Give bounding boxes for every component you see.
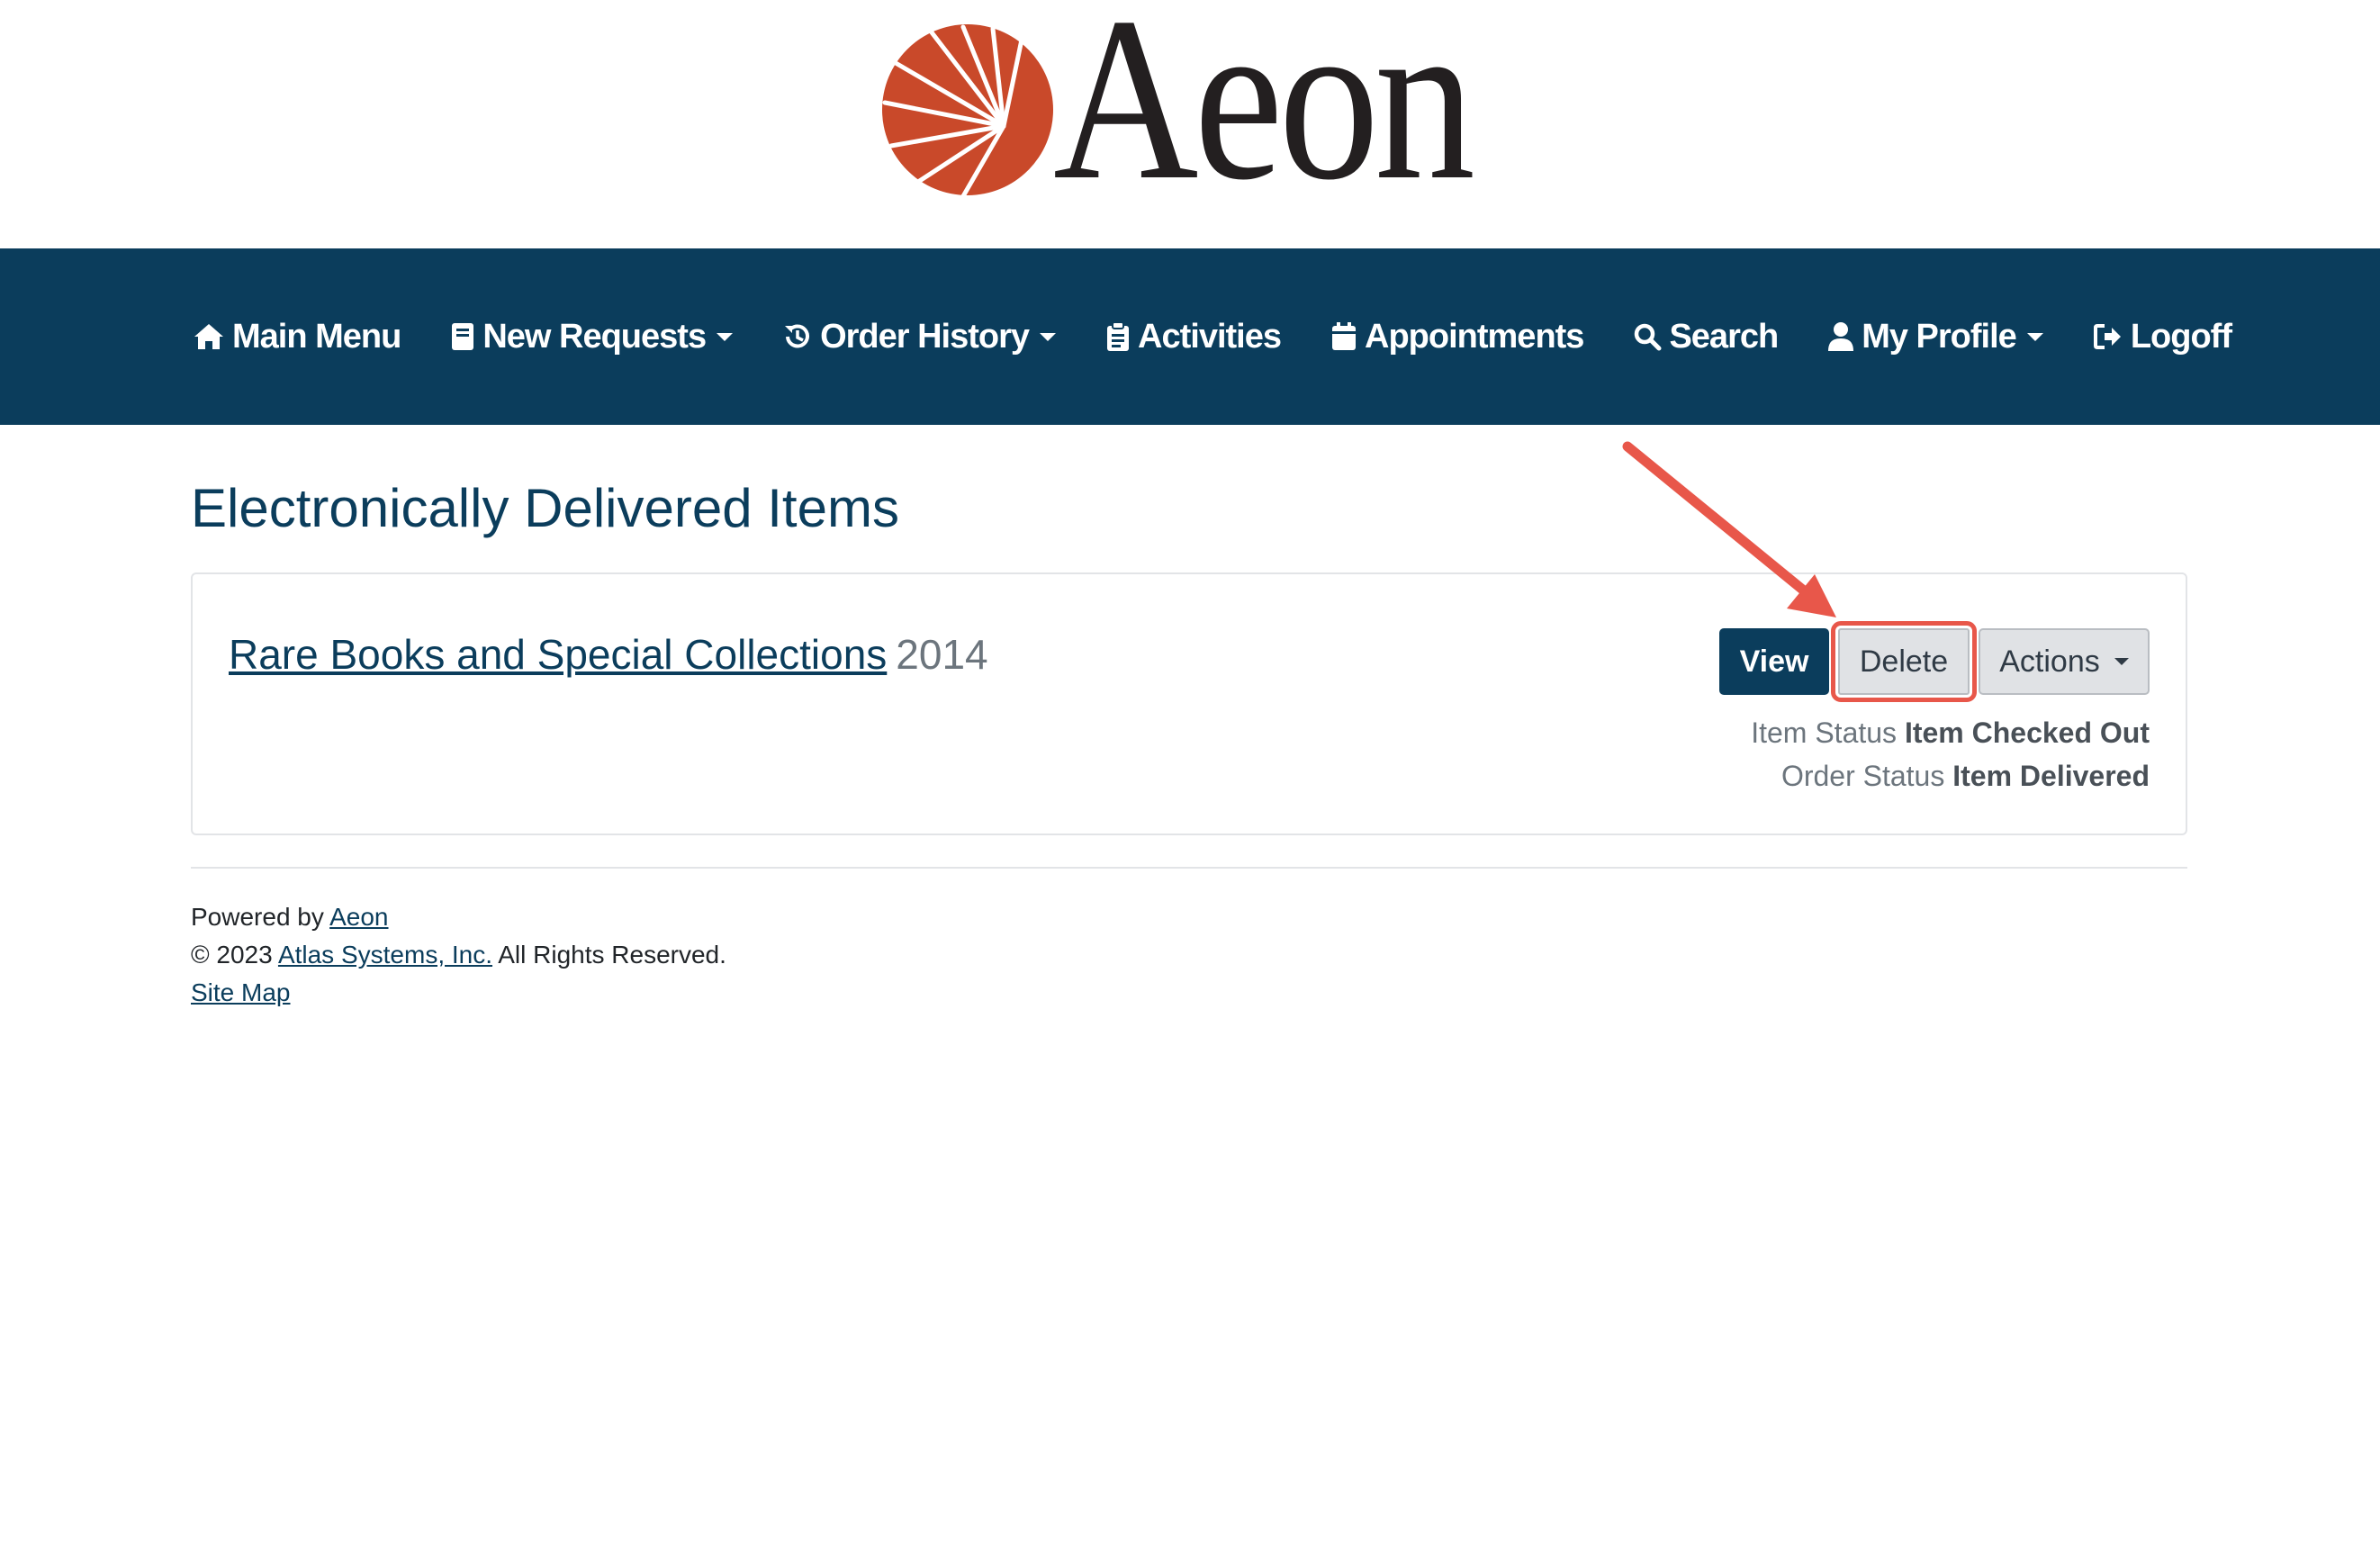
- footer-powered-row: Powered by Aeon: [191, 898, 726, 936]
- nav-new-requests[interactable]: New Requests: [450, 317, 734, 356]
- aeon-wordmark: Aeon: [1053, 0, 1475, 229]
- logout-icon: [2093, 324, 2121, 349]
- nav-my-profile[interactable]: My Profile: [1827, 318, 2043, 356]
- order-status: Order Status Item Delivered: [1781, 760, 2150, 793]
- nav-main-menu-label: Main Menu: [232, 317, 401, 356]
- footer-rights: All Rights Reserved.: [498, 941, 726, 969]
- footer-copyright-row: © 2023 Atlas Systems, Inc. All Rights Re…: [191, 936, 726, 974]
- item-title-row: Rare Books and Special Collections 2014: [229, 630, 988, 679]
- user-icon: [1828, 322, 1854, 351]
- nav-my-profile-label: My Profile: [1862, 317, 2017, 356]
- nav-activities-label: Activities: [1138, 317, 1282, 356]
- nav-order-history[interactable]: Order History: [782, 317, 1057, 356]
- clipboard-icon: [1107, 321, 1130, 351]
- search-icon: [1635, 323, 1662, 351]
- calendar-icon: [1332, 322, 1357, 350]
- page-title: Electronically Delivered Items: [191, 478, 899, 538]
- nav-logoff[interactable]: Logoff: [2093, 317, 2232, 356]
- order-status-value: Item Delivered: [1952, 760, 2150, 792]
- footer-sitemap-link[interactable]: Site Map: [191, 978, 291, 1006]
- nav-activities[interactable]: Activities: [1105, 317, 1282, 356]
- nav-list: Main Menu New Requests Order History Act…: [193, 248, 2281, 425]
- nav-new-requests-label: New Requests: [482, 317, 707, 356]
- actions-button-label: Actions: [1999, 644, 2100, 679]
- footer-company-link[interactable]: Atlas Systems, Inc.: [278, 941, 492, 969]
- item-status-value: Item Checked Out: [1904, 716, 2150, 749]
- history-icon: [785, 324, 810, 348]
- view-button[interactable]: View: [1719, 628, 1829, 695]
- item-button-group: View Delete Actions: [1719, 621, 2150, 702]
- actions-dropdown-button[interactable]: Actions: [1979, 628, 2150, 695]
- nav-appointments[interactable]: Appointments: [1330, 317, 1584, 356]
- main-navbar: Main Menu New Requests Order History Act…: [0, 248, 2380, 425]
- nav-order-history-label: Order History: [820, 317, 1030, 356]
- item-title-link[interactable]: Rare Books and Special Collections: [229, 631, 887, 678]
- item-year: 2014: [896, 631, 988, 678]
- nav-search-label: Search: [1669, 317, 1779, 356]
- nav-logoff-label: Logoff: [2130, 317, 2232, 356]
- delete-button[interactable]: Delete: [1831, 621, 1977, 702]
- chevron-down-icon: [2026, 332, 2043, 341]
- book-icon: [452, 323, 474, 350]
- chevron-down-icon: [1040, 332, 1057, 341]
- chevron-down-icon: [2114, 658, 2129, 665]
- item-status-label: Item Status: [1751, 716, 1898, 749]
- footer-sitemap-row: Site Map: [191, 974, 726, 1012]
- chevron-down-icon: [717, 332, 734, 341]
- footer-aeon-link[interactable]: Aeon: [329, 903, 388, 931]
- item-card: Rare Books and Special Collections 2014 V…: [191, 572, 2187, 835]
- nav-main-menu[interactable]: Main Menu: [193, 318, 401, 356]
- item-status: Item Status Item Checked Out: [1751, 716, 2150, 750]
- aeon-sunburst-icon: [882, 24, 1053, 199]
- nav-appointments-label: Appointments: [1365, 317, 1584, 356]
- footer-divider: [191, 867, 2187, 869]
- order-status-label: Order Status: [1780, 760, 1945, 792]
- footer-copyright: © 2023: [191, 941, 273, 969]
- footer-powered-label: Powered by: [191, 903, 324, 931]
- home-icon: [194, 324, 223, 349]
- aeon-logo: Aeon: [878, 0, 1508, 216]
- footer: Powered by Aeon © 2023 Atlas Systems, In…: [191, 898, 726, 1012]
- nav-search[interactable]: Search: [1633, 317, 1779, 356]
